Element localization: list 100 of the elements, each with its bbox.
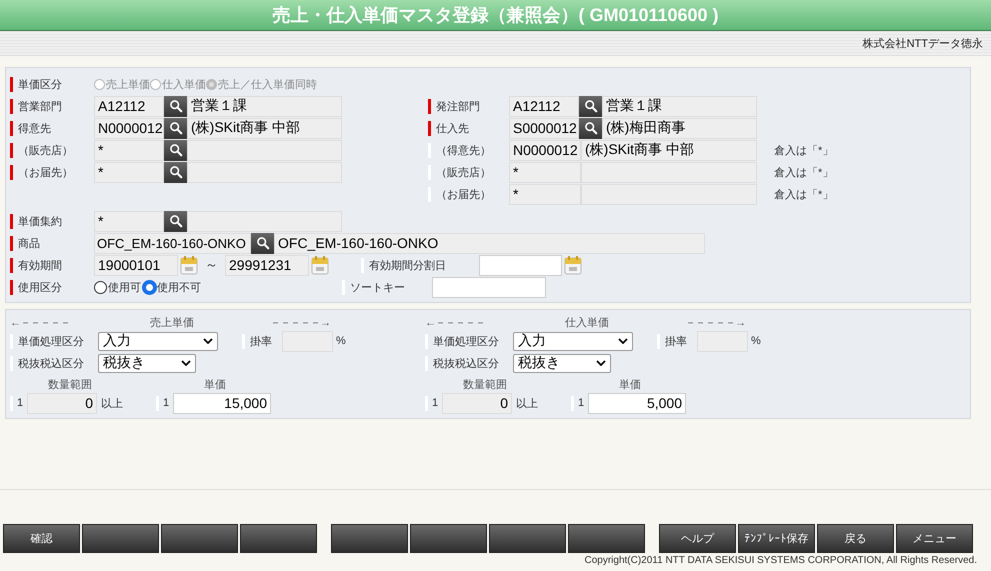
- function-button[interactable]: ヘルプ: [659, 524, 736, 553]
- column-header: 単価: [618, 378, 642, 392]
- code-field[interactable]: *: [509, 162, 581, 182]
- code-field[interactable]: *: [94, 162, 164, 182]
- range-arrow: ←－－－－－: [425, 316, 486, 330]
- name-field: (株)SKit商事 中部: [187, 118, 342, 138]
- row-index: 1: [162, 397, 170, 409]
- field-label: 単価集約: [17, 214, 63, 228]
- code-field[interactable]: S0000012: [509, 118, 579, 138]
- calendar-icon[interactable]: [564, 255, 582, 275]
- hint-text: 倉入は「*」: [774, 166, 834, 180]
- field-label: 単価処理区分: [432, 334, 500, 348]
- field-label: （お届先）: [435, 188, 492, 202]
- name-field: (株)SKit商事 中部: [581, 140, 757, 160]
- field-label: 使用区分: [17, 280, 63, 294]
- field-label: （販売店）: [17, 144, 74, 158]
- dropdown[interactable]: 税抜き: [513, 354, 611, 372]
- function-button[interactable]: 戻る: [817, 524, 894, 553]
- search-icon: [168, 165, 182, 179]
- field-label: 有効期間: [17, 258, 63, 272]
- row-index: 1: [430, 397, 440, 409]
- function-button[interactable]: メニュー: [896, 524, 973, 553]
- blank-button[interactable]: [82, 524, 159, 553]
- blank-button[interactable]: [568, 524, 645, 553]
- code-field[interactable]: N0000012: [94, 118, 164, 138]
- code-field[interactable]: A12112: [509, 96, 579, 116]
- date-field[interactable]: 19000101: [94, 254, 178, 276]
- search-button[interactable]: [164, 96, 187, 116]
- field-label: 営業部門: [17, 100, 63, 114]
- code-field[interactable]: *: [509, 184, 581, 204]
- search-icon: [168, 99, 182, 113]
- unit-label: 以上: [100, 396, 124, 410]
- date-field[interactable]: [479, 254, 562, 276]
- function-button[interactable]: ﾃﾝﾌﾟﾚｰﾄ保存: [738, 524, 815, 553]
- range-arrow: －－－－－→: [270, 316, 331, 330]
- name-field: OFC_EM-160-160-ONKO: [274, 232, 705, 254]
- search-button[interactable]: [579, 96, 602, 116]
- field-label: （得意先）: [435, 144, 492, 158]
- calendar-icon[interactable]: [311, 255, 329, 275]
- field-label: 発注部門: [435, 100, 481, 114]
- name-field: 営業１課: [602, 96, 757, 116]
- range-separator: ～: [204, 256, 219, 274]
- blank-button[interactable]: [240, 524, 317, 553]
- range-arrow: －－－－－→: [685, 316, 746, 330]
- search-button[interactable]: [579, 118, 602, 138]
- field-label: 得意先: [17, 122, 52, 136]
- calendar-icon[interactable]: [180, 255, 198, 275]
- field-label: 税抜税込区分: [432, 356, 500, 370]
- row-index: 1: [16, 397, 24, 409]
- chevron-icon: [203, 338, 213, 344]
- row-index: 1: [576, 397, 586, 409]
- field-label: 商品: [17, 236, 41, 250]
- search-icon: [256, 236, 270, 250]
- field-label: 税抜税込区分: [17, 356, 85, 370]
- dropdown[interactable]: 入力: [98, 332, 218, 350]
- function-button[interactable]: 確認: [3, 524, 80, 553]
- unit-label: 以上: [515, 396, 539, 410]
- section-title: 売上単価: [150, 316, 195, 330]
- search-icon: [168, 121, 182, 135]
- field-label: （販売店）: [435, 166, 492, 180]
- date-field[interactable]: 29991231: [225, 254, 309, 276]
- column-header: 数量範囲: [47, 378, 93, 392]
- price-field[interactable]: 15,000: [173, 392, 271, 414]
- unit-label: %: [751, 335, 761, 347]
- field-label: ソートキー: [349, 280, 406, 294]
- search-button[interactable]: [251, 232, 274, 254]
- search-icon: [584, 121, 598, 135]
- code-field[interactable]: *: [94, 140, 164, 160]
- name-field: (株)梅田商事: [602, 118, 757, 138]
- search-icon: [168, 214, 182, 228]
- chevron-icon: [596, 360, 606, 366]
- search-button[interactable]: [164, 118, 187, 138]
- search-button[interactable]: [164, 140, 187, 160]
- blank-button[interactable]: [489, 524, 566, 553]
- price-field[interactable]: 5,000: [588, 392, 686, 414]
- dropdown[interactable]: 税抜き: [98, 354, 196, 372]
- field-label: 掛率: [664, 334, 688, 348]
- field-label: 有効期間分割日: [368, 258, 447, 272]
- chevron-icon: [618, 338, 628, 344]
- blank-button[interactable]: [331, 524, 408, 553]
- section-title: 仕入単価: [565, 316, 610, 330]
- field-label: 単価処理区分: [17, 334, 85, 348]
- sort-key-field[interactable]: [432, 276, 546, 298]
- search-icon: [168, 143, 182, 157]
- unit-label: %: [336, 335, 346, 347]
- field-label: 掛率: [249, 334, 273, 348]
- code-field[interactable]: N0000012: [509, 140, 581, 160]
- quantity-field: 0: [27, 392, 97, 414]
- search-button[interactable]: [164, 210, 187, 232]
- field-label: 単価区分: [17, 78, 63, 92]
- code-field[interactable]: *: [94, 210, 164, 232]
- code-field[interactable]: OFC_EM-160-160-ONKO: [94, 232, 251, 254]
- search-icon: [584, 99, 598, 113]
- dropdown[interactable]: 入力: [513, 332, 633, 350]
- code-field[interactable]: A12112: [94, 96, 164, 116]
- search-button[interactable]: [164, 162, 187, 182]
- blank-button[interactable]: [410, 524, 487, 553]
- radio-option[interactable]: 使用不可: [143, 280, 201, 294]
- radio-option[interactable]: 使用可: [94, 280, 141, 294]
- blank-button[interactable]: [161, 524, 238, 553]
